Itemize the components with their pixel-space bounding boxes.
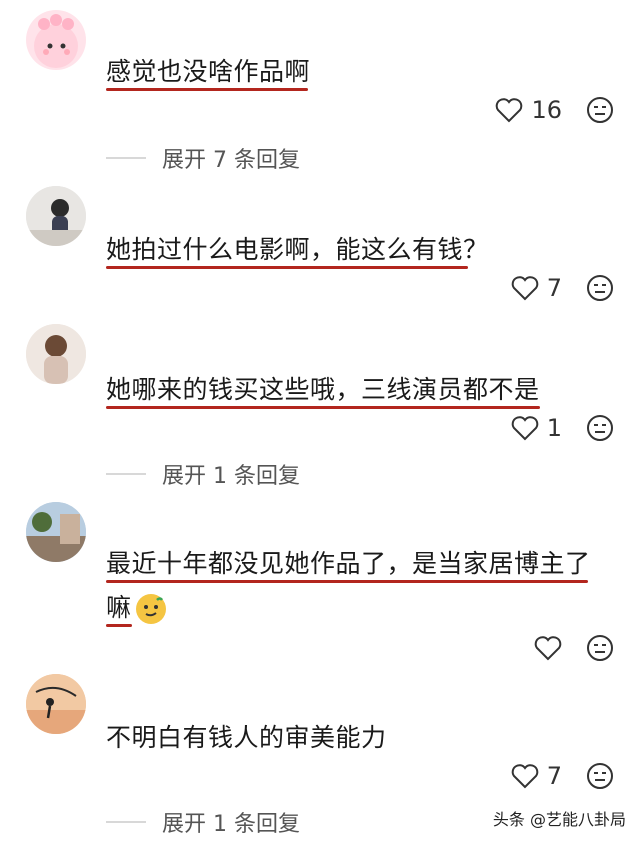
like-count: 16 [531,96,562,124]
meh-face-icon[interactable] [586,274,614,302]
like-count: 7 [546,762,562,790]
heart-icon [511,415,539,441]
expand-replies-button[interactable]: 展开 7 条回复 [106,142,300,174]
comment-text: 感觉也没啥作品啊 [106,57,311,86]
replies-label: 展开 1 条回复 [162,812,300,837]
meh-face-icon[interactable] [586,96,614,124]
like-button[interactable]: 1 [511,414,562,442]
avatar[interactable] [26,502,86,562]
comment-actions: 16 [495,96,614,124]
highlight-underline [106,88,308,91]
comment-text-line-2: 嘛 [106,588,166,628]
comment-actions: 7 [511,274,614,302]
divider-line [106,157,146,159]
heart-icon [495,97,523,123]
comment-text: 她哪来的钱买这些哦，三线演员都不是 [106,375,540,404]
highlight-underline [106,580,588,583]
heart-icon [534,635,562,661]
like-button[interactable] [534,635,562,661]
avatar[interactable] [26,10,86,70]
heart-icon [511,275,539,301]
avatar[interactable] [26,324,86,384]
highlight-underline [106,266,468,269]
comment-text-line-1: 最近十年都没见她作品了，是当家居博主了 [106,549,591,578]
expand-replies-button[interactable]: 展开 1 条回复 [106,806,300,838]
comment-actions: 1 [511,414,614,442]
replies-label: 展开 1 条回复 [162,464,300,489]
watermark: 头条 @艺能八卦局 [492,810,626,829]
avatar-image [26,186,86,246]
avatar-image [26,324,86,384]
comment-text: 不明白有钱人的审美能力 [106,723,387,752]
highlight-underline [106,406,540,409]
expand-replies-button[interactable]: 展开 1 条回复 [106,458,300,490]
like-button[interactable]: 7 [511,274,562,302]
heart-icon [511,763,539,789]
highlight-underline [106,624,132,627]
smirk-emoji-icon [135,594,166,624]
avatar-image [26,674,86,734]
divider-line [106,821,146,823]
meh-face-icon[interactable] [586,414,614,442]
like-count: 1 [546,414,562,442]
comment-actions: 7 [511,762,614,790]
divider-line [106,473,146,475]
like-button[interactable]: 16 [495,96,562,124]
comment-text: 她拍过什么电影啊，能这么有钱？ [106,235,489,264]
replies-label: 展开 7 条回复 [162,148,300,173]
avatar-image [34,14,78,68]
meh-face-icon[interactable] [586,762,614,790]
comment-text-tail: 嘛 [106,593,132,622]
avatar-image [26,502,86,562]
avatar[interactable] [26,674,86,734]
like-count: 7 [546,274,562,302]
avatar[interactable] [26,186,86,246]
meh-face-icon[interactable] [586,634,614,662]
like-button[interactable]: 7 [511,762,562,790]
comment-actions [534,634,614,662]
